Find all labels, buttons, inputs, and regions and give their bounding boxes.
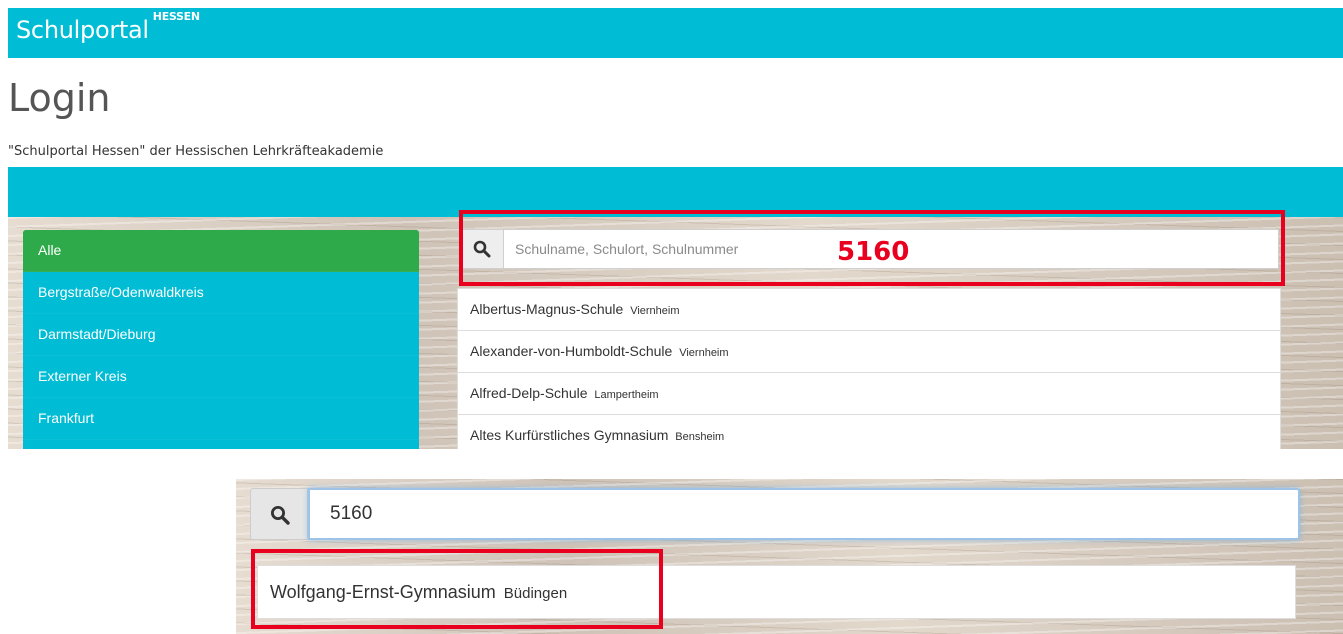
school-name: Altes Kurfürstliches Gymnasium — [470, 427, 669, 443]
school-name: Alexander-von-Humboldt-Schule — [470, 343, 673, 359]
school-place: Lampertheim — [594, 389, 659, 401]
sidebar-item-externer-kreis[interactable]: Externer Kreis — [23, 356, 419, 398]
brand-logo[interactable]: Schulportal HESSEN — [16, 10, 200, 44]
list-item[interactable]: Albertus-Magnus-Schule Viernheim — [457, 288, 1281, 331]
page-subtitle: "Schulportal Hessen" der Hessischen Lehr… — [8, 144, 384, 159]
school-name: Alfred-Delp-Schule — [470, 385, 588, 401]
search-value: 5160 — [330, 503, 373, 524]
school-name: Albertus-Magnus-Schule — [470, 301, 624, 317]
school-search-input-filled[interactable]: 5160 — [308, 488, 1300, 540]
school-place: Viernheim — [630, 305, 680, 317]
filtered-search-box: 5160 — [250, 488, 1300, 540]
sidebar-item-frankfurt[interactable]: Frankfurt — [23, 398, 419, 440]
brand-name: Schulportal — [16, 16, 149, 44]
annotation-result-highlight — [251, 549, 663, 629]
page-title: Login — [8, 76, 111, 120]
sidebar-item-bergstrasse-odenwaldkreis[interactable]: Bergstraße/Odenwaldkreis — [23, 272, 419, 314]
search-icon[interactable] — [250, 488, 308, 540]
list-item[interactable]: Altes Kurfürstliches Gymnasium Bensheim — [457, 415, 1281, 449]
sidebar-item-alle[interactable]: Alle — [23, 230, 419, 272]
school-place: Viernheim — [679, 347, 729, 359]
sidebar-item-darmstadt-dieburg[interactable]: Darmstadt/Dieburg — [23, 314, 419, 356]
list-item[interactable]: Alexander-von-Humboldt-Schule Viernheim — [457, 331, 1281, 373]
header-bar: Schulportal HESSEN — [8, 8, 1343, 58]
school-place: Bensheim — [675, 431, 725, 443]
school-results-list: Albertus-Magnus-Schule Viernheim Alexand… — [457, 288, 1281, 449]
district-sidebar: Alle Bergstraße/Odenwaldkreis Darmstadt/… — [23, 230, 419, 449]
brand-region: HESSEN — [152, 10, 200, 23]
list-item[interactable]: Alfred-Delp-Schule Lampertheim — [457, 373, 1281, 415]
annotation-search-highlight — [459, 210, 1285, 286]
